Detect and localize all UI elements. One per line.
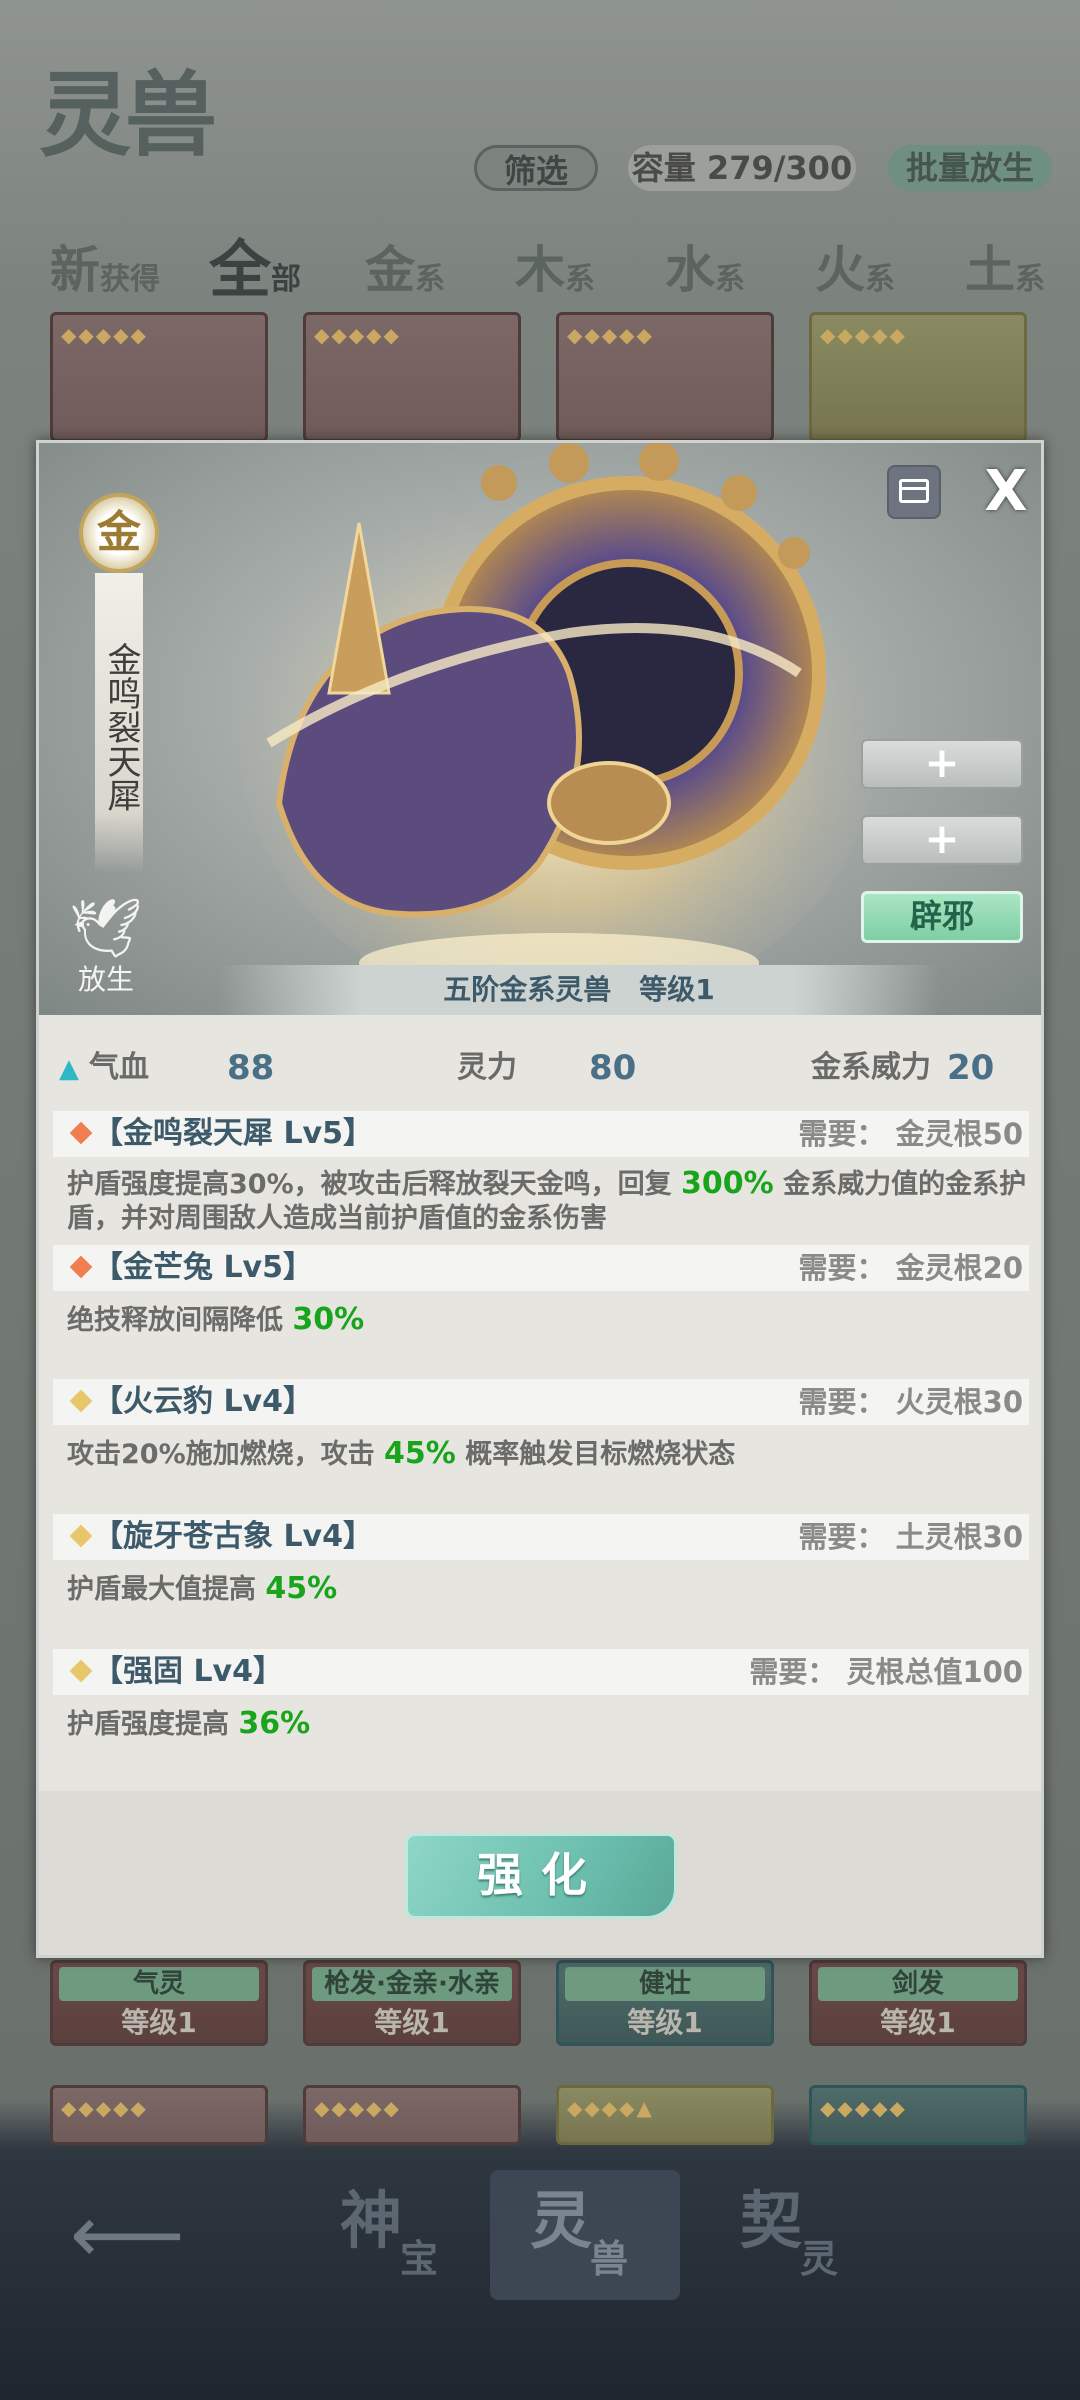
sp-stat: 灵力 80: [457, 1033, 636, 1103]
beast-card[interactable]: ◆◆◆◆◆: [809, 2085, 1027, 2145]
category-tabs: 新获得 全部 金系 木系 水系 火系 土系: [0, 220, 1080, 310]
beast-card[interactable]: ◆◆◆◆◆: [50, 312, 268, 442]
hp-stat: ▲ 气血 88: [59, 1033, 274, 1103]
beast-card[interactable]: ◆◆◆◆◆: [303, 312, 521, 442]
card-level: 等级1: [374, 2006, 450, 2039]
skill-requirement: 需要： 土灵根30: [798, 1520, 1023, 1554]
element-pips: ◆◆◆◆◆: [61, 2096, 148, 2120]
skill-name: 【金鸣裂天犀 Lv5】: [93, 1116, 373, 1151]
diamond-icon: [69, 1389, 93, 1413]
sp-value: 80: [589, 1048, 637, 1088]
beast-artwork: [239, 443, 879, 1003]
capacity-label: 容量 279/300: [628, 145, 856, 191]
skill-description: 绝技释放间隔降低 30%: [67, 1302, 365, 1337]
card-level: 等级1: [627, 2006, 703, 2039]
card-name: 气灵: [59, 1967, 259, 2001]
tab-water[interactable]: 水系: [630, 220, 780, 310]
hp-value: 88: [227, 1048, 275, 1088]
beast-detail-modal: 金 金鸣裂天犀 🕊 放生 X + + 辟邪 五阶金系灵兽 等级1 ▲ 气血 88 …: [36, 440, 1044, 1958]
card-name: 剑发: [818, 1967, 1018, 2001]
skill-description: 护盾强度提高30%，被攻击后释放裂天金鸣，回复 300% 金系威力值的金系护盾，…: [67, 1166, 1027, 1235]
element-pips: ◆◆◆◆◆: [314, 323, 401, 347]
equip-slot-1[interactable]: +: [861, 739, 1023, 789]
beast-card[interactable]: 剑发 等级1: [809, 1960, 1027, 2046]
beast-card[interactable]: 气灵 等级1: [50, 1960, 268, 2046]
tab-metal[interactable]: 金系: [330, 220, 480, 310]
nav-treasure[interactable]: 神宝: [300, 2170, 490, 2300]
element-pips: ◆◆◆◆▲: [567, 2096, 654, 2120]
element-pips: ◆◆◆◆◆: [567, 323, 654, 347]
card-level: 等级1: [880, 2006, 956, 2039]
skill-description: 攻击20%施加燃烧，攻击 45% 概率触发目标燃烧状态: [67, 1436, 736, 1471]
skill-description: 护盾强度提高 36%: [67, 1706, 311, 1741]
diamond-icon: [69, 1255, 93, 1279]
element-badge: 金 金鸣裂天犀: [79, 493, 159, 873]
skill-requirement: 需要： 金灵根50: [798, 1117, 1023, 1151]
triangle-up-icon: ▲: [59, 1054, 79, 1084]
back-arrow-icon[interactable]: ⟵: [70, 2190, 185, 2280]
beast-rank-caption: 五阶金系灵兽 等级1: [219, 965, 939, 1015]
skill-header: 【金芒兔 Lv5】 需要： 金灵根20: [53, 1245, 1029, 1291]
tab-fire[interactable]: 火系: [780, 220, 930, 310]
beast-card[interactable]: ◆◆◆◆◆: [556, 312, 774, 442]
skill-name: 【火云豹 Lv4】: [93, 1384, 313, 1419]
element-pips: ◆◆◆◆◆: [61, 323, 148, 347]
power-stat: 金系威力 20: [811, 1033, 994, 1103]
upgrade-button[interactable]: 强化: [405, 1833, 677, 1919]
filter-button[interactable]: 筛选: [474, 145, 598, 191]
release-button[interactable]: 🕊 放生: [61, 893, 151, 1003]
beast-hero-panel: 金 金鸣裂天犀 🕊 放生 X + + 辟邪 五阶金系灵兽 等级1: [39, 443, 1041, 1015]
element-pips: ◆◆◆◆◆: [314, 2096, 401, 2120]
batch-release-button[interactable]: 批量放生: [888, 145, 1052, 191]
skill-requirement: 需要： 灵根总值100: [749, 1655, 1023, 1689]
skill-name: 【旋牙苍古象 Lv4】: [93, 1519, 373, 1554]
diamond-icon: [69, 1659, 93, 1683]
metal-element-icon: 金: [79, 493, 159, 573]
power-value: 20: [947, 1048, 995, 1088]
skill-requirement: 需要： 火灵根30: [798, 1385, 1023, 1419]
close-icon[interactable]: X: [979, 464, 1033, 520]
skill-header: 【火云豹 Lv4】 需要： 火灵根30: [53, 1379, 1029, 1425]
equipped-slot-bixie[interactable]: 辟邪: [861, 891, 1023, 943]
nav-beast[interactable]: 灵兽: [490, 2170, 680, 2300]
tab-all[interactable]: 全部: [180, 220, 330, 310]
equip-slot-2[interactable]: +: [861, 815, 1023, 865]
beast-card[interactable]: ◆◆◆◆◆: [50, 2085, 268, 2145]
skill-header: 【金鸣裂天犀 Lv5】 需要： 金灵根50: [53, 1111, 1029, 1157]
element-pips: ◆◆◆◆◆: [820, 2096, 907, 2120]
page-title: 灵兽: [38, 61, 217, 169]
bird-icon: 🕊: [69, 894, 143, 962]
storage-chest-icon[interactable]: [887, 465, 941, 519]
card-name: 枪发·金亲·水亲: [312, 1967, 512, 2001]
card-name: 健壮: [565, 1967, 765, 2001]
beast-card[interactable]: 健壮 等级1: [556, 1960, 774, 2046]
nav-contract[interactable]: 契灵: [700, 2170, 890, 2300]
stats-row: ▲ 气血 88 灵力 80 金系威力 20: [39, 1033, 1041, 1103]
diamond-icon: [69, 1121, 93, 1145]
diamond-icon: [69, 1524, 93, 1548]
bottom-nav: ⟵ 神宝 灵兽 契灵: [0, 2150, 1080, 2400]
skill-header: 【旋牙苍古象 Lv4】 需要： 土灵根30: [53, 1514, 1029, 1560]
card-level: 等级1: [121, 2006, 197, 2039]
skill-description: 护盾最大值提高 45%: [67, 1571, 338, 1606]
beast-card[interactable]: ◆◆◆◆◆: [303, 2085, 521, 2145]
skill-header: 【强固 Lv4】 需要： 灵根总值100: [53, 1649, 1029, 1695]
beast-name: 金鸣裂天犀: [95, 573, 143, 873]
element-pips: ◆◆◆◆◆: [820, 323, 907, 347]
beast-card[interactable]: ◆◆◆◆▲: [556, 2085, 774, 2145]
tab-new[interactable]: 新获得: [30, 220, 180, 310]
beast-card[interactable]: ◆◆◆◆◆: [809, 312, 1027, 442]
skill-name: 【金芒兔 Lv5】: [93, 1250, 313, 1285]
beast-card[interactable]: 枪发·金亲·水亲 等级1: [303, 1960, 521, 2046]
tab-earth[interactable]: 土系: [930, 220, 1080, 310]
skill-name: 【强固 Lv4】: [93, 1654, 283, 1689]
skill-requirement: 需要： 金灵根20: [798, 1251, 1023, 1285]
tab-wood[interactable]: 木系: [480, 220, 630, 310]
release-label: 放生: [77, 963, 134, 996]
